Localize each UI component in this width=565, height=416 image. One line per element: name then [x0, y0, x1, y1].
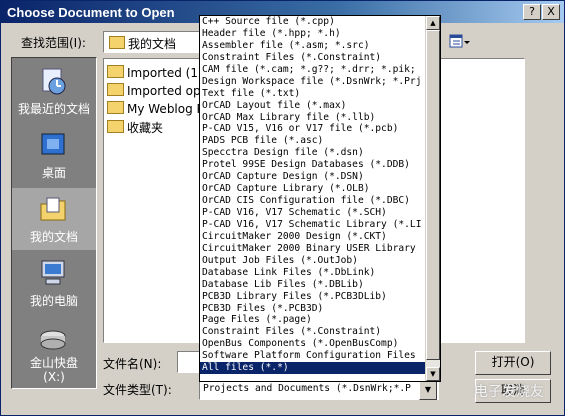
places-bar: 我最近的文档 桌面 我的文档 我的电脑 金山快盘 (X:): [11, 57, 97, 389]
drive-icon: [40, 330, 66, 350]
recent-documents-icon: [42, 68, 66, 95]
folder-icon: [107, 65, 124, 78]
place-desktop[interactable]: 桌面: [12, 124, 96, 186]
scroll-thumb[interactable]: [426, 30, 440, 360]
filetype-option[interactable]: Constraint Files (*.Constraint): [200, 326, 426, 338]
open-button[interactable]: 打开(O): [475, 351, 551, 375]
filetype-option[interactable]: PCB3D Library Files (*.PCB3DLib): [200, 291, 426, 303]
filetype-option[interactable]: Speсctra Design file (*.dsn): [200, 147, 426, 159]
filetype-label: 文件类型(T):: [103, 383, 172, 397]
scroll-up-icon[interactable]: ▲: [426, 16, 440, 30]
place-my-computer[interactable]: 我的电脑: [12, 252, 96, 314]
filetype-option[interactable]: Constraint Files (*.Constraint): [200, 52, 426, 64]
view-menu-button[interactable]: [449, 33, 471, 51]
filetype-option[interactable]: PADS PCB file (*.asc): [200, 135, 426, 147]
desktop-icon: [41, 133, 65, 155]
folder-icon: [107, 83, 124, 96]
filetype-option[interactable]: Software Platform Configuration Files: [200, 350, 426, 362]
filetype-option[interactable]: Page Files (*.page): [200, 314, 426, 326]
filetype-option[interactable]: OrCAD CIS Configuration file (*.DBC): [200, 195, 426, 207]
drive-letter: (X:): [43, 370, 65, 384]
my-computer-icon: [41, 260, 65, 285]
filetype-option[interactable]: OpenBus Components (*.OpenBusComp): [200, 338, 426, 350]
place-label-my-computer: 我的电脑: [29, 294, 78, 308]
filetype-option[interactable]: OrCAD Capture Design (*.DSN): [200, 171, 426, 183]
filetype-option[interactable]: Design Workspace file (*.DsnWrk; *.Prj: [200, 76, 426, 88]
close-button[interactable]: X: [542, 4, 560, 20]
filename-label: 文件名(N):: [103, 357, 162, 371]
filetype-option[interactable]: Header file (*.hpp; *.h): [200, 28, 426, 40]
filetype-option[interactable]: Assembler file (*.asm; *.src): [200, 40, 426, 52]
place-label-my-documents: 我的文档: [29, 230, 78, 244]
list-item-label: 收藏夹: [127, 121, 164, 135]
folder-icon: [107, 120, 124, 133]
filetype-option[interactable]: Database Link Files (*.DbLink): [200, 267, 426, 279]
filetype-option[interactable]: CircuitMaker 2000 Design (*.CKT): [200, 231, 426, 243]
lookin-combo[interactable]: 我的文档: [103, 31, 201, 53]
filetype-option[interactable]: OrCAD Max Library file (*.llb): [200, 112, 426, 124]
drive-name: 金山快盘: [29, 356, 78, 370]
filetype-option[interactable]: Database Lib Files (*.DBLib): [200, 279, 426, 291]
scroll-down-icon[interactable]: ▼: [426, 367, 440, 381]
filetype-option[interactable]: All files (*.*): [200, 362, 426, 375]
filetype-option[interactable]: P-CAD V16, V17 Schematic Library (*.LI: [200, 219, 426, 231]
watermark: 电子发烧友: [474, 384, 544, 400]
folder-icon: [109, 36, 125, 49]
filetype-option[interactable]: P-CAD V15, V16 or V17 file (*.pcb): [200, 123, 426, 135]
filetype-option-list: C++ Source file (*.cpp) Header file (*.hp…: [200, 16, 426, 381]
filetype-option[interactable]: OrCAD Layout file (*.max): [200, 100, 426, 112]
help-button[interactable]: ?: [523, 4, 541, 20]
open-dialog: Choose Document to Open ? X 查找范围(I): 我的文…: [0, 0, 565, 416]
filetype-option[interactable]: OrCAD Capture Library (*.OLB): [200, 183, 426, 195]
dropdown-scrollbar[interactable]: ▲ ▼: [425, 16, 440, 381]
filetype-option[interactable]: CAM file (*.cam; *.g??; *.drr; *.pik;: [200, 64, 426, 76]
place-label-desktop: 桌面: [41, 166, 66, 180]
filetype-dropdown[interactable]: C++ Source file (*.cpp) Header file (*.hp…: [199, 15, 441, 382]
filetype-option[interactable]: CircuitMaker 2000 Binary USER Library: [200, 243, 426, 255]
filetype-option[interactable]: Protel 99SE Design Databases (*.DDB): [200, 159, 426, 171]
filetype-option[interactable]: P-CAD V16, V17 Schematic (*.SCH): [200, 207, 426, 219]
filetype-option[interactable]: Text file (*.txt): [200, 88, 426, 100]
place-my-documents[interactable]: 我的文档: [12, 188, 96, 250]
place-label-recent: 我最近的文档: [17, 102, 90, 116]
place-drive[interactable]: 金山快盘 (X:): [12, 318, 96, 386]
folder-icon: [107, 101, 124, 114]
filetype-option[interactable]: Output Job Files (*.OutJob): [200, 255, 426, 267]
lookin-value: 我的文档: [128, 37, 177, 51]
filetype-option[interactable]: C++ Source file (*.cpp): [200, 16, 426, 28]
my-documents-icon: [40, 197, 66, 221]
place-recent[interactable]: 我最近的文档: [12, 60, 96, 122]
lookin-label: 查找范围(I):: [21, 36, 86, 50]
filetype-value: Projects and Documents (*.DsnWrk;*.P: [203, 383, 411, 394]
place-label-drive: 金山快盘 (X:): [12, 356, 96, 384]
filetype-option[interactable]: PCB3D Files (*.PCB3D): [200, 303, 426, 315]
view-menu-icon: [449, 34, 470, 48]
window-title: Choose Document to Open: [7, 5, 175, 20]
chevron-down-icon[interactable]: ▼: [419, 380, 437, 400]
list-item[interactable]: 收藏夹: [107, 119, 163, 137]
